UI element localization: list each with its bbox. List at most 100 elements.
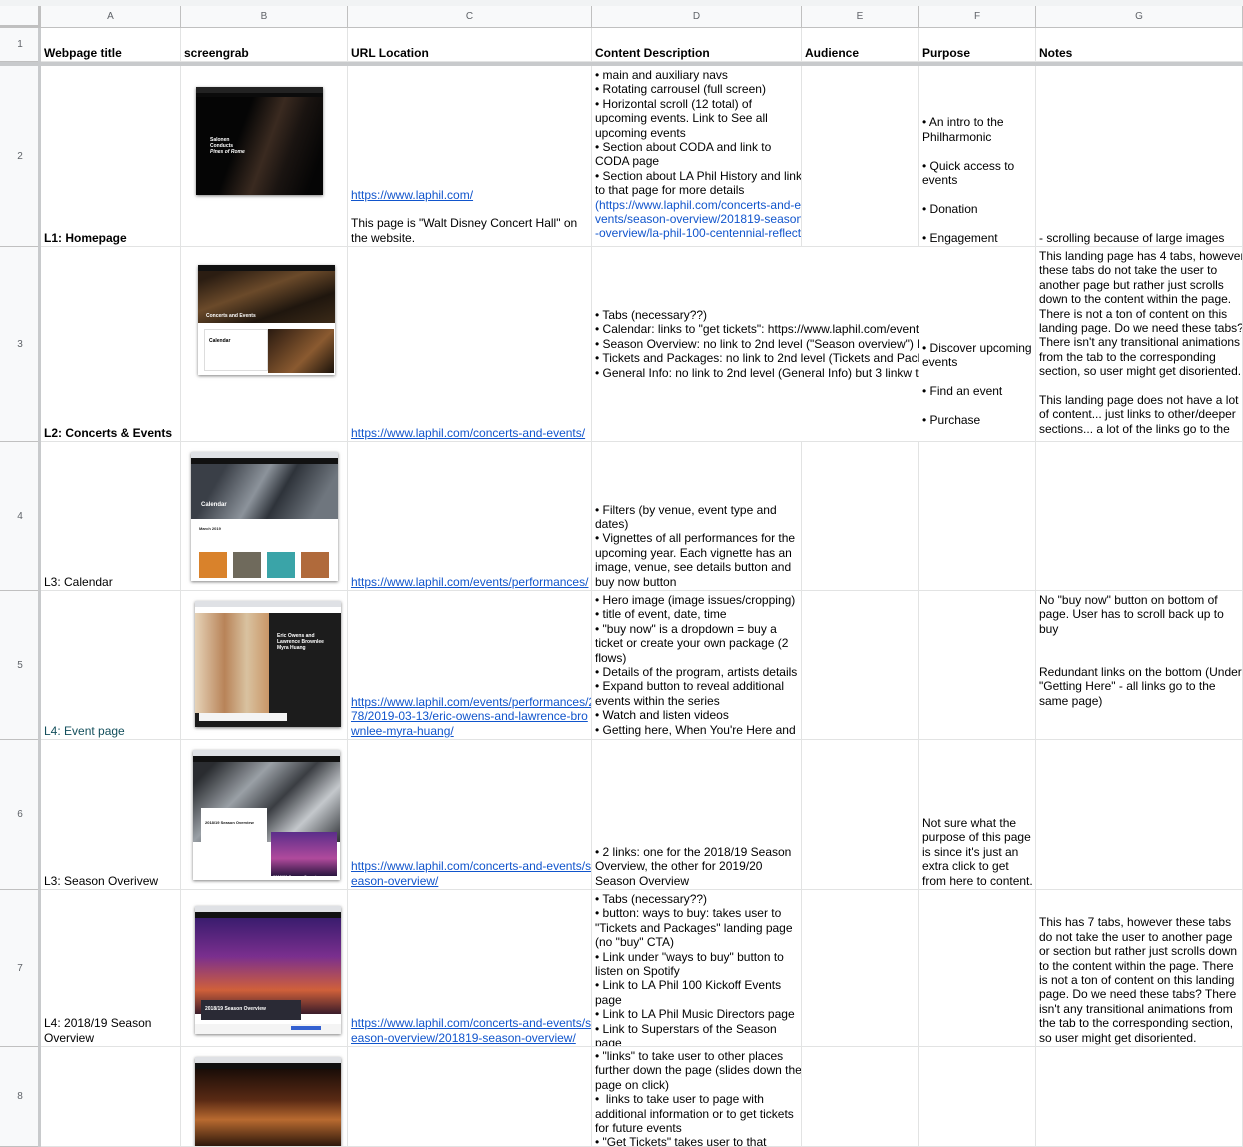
cell-b6[interactable]: 2018/19 Season Overview 2019/20 Season O… — [181, 740, 348, 890]
cell-f6[interactable]: Not sure what the purpose of this page i… — [919, 740, 1036, 890]
screengrab-season-overview[interactable]: 2018/19 Season Overview 2019/20 Season O… — [193, 750, 340, 880]
cell-b5[interactable]: Eric Owens and Lawrence Brownlee Myra Hu… — [181, 591, 348, 740]
cell-a6[interactable]: L3: Season Overivew — [41, 740, 181, 890]
cell-c3[interactable]: https://www.laphil.com/concerts-and-even… — [348, 247, 592, 442]
cell-a1[interactable]: Webpage title — [41, 28, 181, 62]
cell-d6[interactable]: • 2 links: one for the 2018/19 Season Ov… — [592, 740, 802, 890]
cell-b1[interactable]: screengrab — [181, 28, 348, 62]
cell-f4[interactable] — [919, 442, 1036, 591]
history-link[interactable]: (https://www.laphil.com/concerts-and-e — [595, 198, 801, 212]
cell-a3[interactable]: L2: Concerts & Events — [41, 247, 181, 442]
cell-a2[interactable]: L1: Homepage — [41, 66, 181, 247]
url-201819-overview[interactable]: https://www.laphil.com/concerts-and-even… — [351, 1016, 591, 1030]
page-title-season-overview: L3: Season Overivew — [44, 873, 159, 888]
cell-c8[interactable] — [348, 1047, 592, 1147]
cell-a7[interactable]: L4: 2018/19 Season Overview — [41, 890, 181, 1047]
cell-d7[interactable]: • Tabs (necessary??) • button: ways to b… — [592, 890, 802, 1047]
cell-f3[interactable]: • Discover upcoming events • Find an eve… — [919, 247, 1036, 442]
url-season-overview[interactable]: https://www.laphil.com/concerts-and-even… — [351, 859, 591, 873]
cell-e8[interactable] — [802, 1047, 919, 1147]
cell-e2[interactable] — [802, 66, 919, 247]
cell-b8[interactable] — [181, 1047, 348, 1147]
spreadsheet[interactable]: A B C D E F G 1 2 3 4 5 6 7 8 Webpage ti… — [0, 0, 1243, 1147]
cell-c7[interactable]: https://www.laphil.com/concerts-and-even… — [348, 890, 592, 1047]
header-webpage-title: Webpage title — [44, 45, 122, 60]
cell-f7[interactable] — [919, 890, 1036, 1047]
cell-g1[interactable]: Notes — [1036, 28, 1243, 62]
cell-f2[interactable]: • An intro to the Philharmonic • Quick a… — [919, 66, 1036, 247]
cell-d3[interactable]: • Tabs (necessary??) • Calendar: links t… — [592, 247, 919, 442]
header-notes: Notes — [1039, 45, 1073, 60]
cell-d2[interactable]: • main and auxiliary navs • Rotating car… — [592, 66, 802, 247]
row-header-8[interactable]: 8 — [0, 1047, 41, 1147]
column-header-a[interactable]: A — [41, 6, 181, 28]
cell-b7[interactable]: 2018/19 Season Overview — [181, 890, 348, 1047]
cell-d4[interactable]: • Filters (by venue, event type and date… — [592, 442, 802, 591]
cell-g2[interactable]: - scrolling because of large images — [1036, 66, 1243, 247]
column-header-f[interactable]: F — [919, 6, 1036, 28]
cell-a5[interactable]: L4: Event page — [41, 591, 181, 740]
cell-e4[interactable] — [802, 442, 919, 591]
cell-c2[interactable]: https://www.laphil.com/ This page is "Wa… — [348, 66, 592, 247]
cell-b3[interactable]: Concerts and Events Calendar — [181, 247, 348, 442]
cell-g3[interactable]: This landing page has 4 tabs, however th… — [1036, 247, 1243, 442]
url-concerts-events[interactable]: https://www.laphil.com/concerts-and-even… — [351, 426, 588, 440]
cell-c6[interactable]: https://www.laphil.com/concerts-and-even… — [348, 740, 592, 890]
row-header-3[interactable]: 3 — [0, 247, 41, 442]
header-url-location: URL Location — [351, 45, 429, 60]
cell-g7[interactable]: This has 7 tabs, however these tabs do n… — [1036, 890, 1243, 1047]
cell-e6[interactable] — [802, 740, 919, 890]
screengrab-row-8[interactable] — [195, 1057, 341, 1146]
cell-a4[interactable]: L3: Calendar — [41, 442, 181, 591]
header-content-description: Content Description — [595, 45, 710, 60]
cell-g6[interactable] — [1036, 740, 1243, 890]
select-all-corner[interactable] — [0, 6, 41, 28]
screengrab-homepage[interactable]: Salonen Conducts Pines of Rome — [196, 87, 323, 195]
cell-d8[interactable]: • "links" to take user to other places f… — [592, 1047, 802, 1147]
thumb-caption: Salonen Conducts Pines of Rome — [210, 137, 245, 155]
column-header-c[interactable]: C — [348, 6, 592, 28]
page-title-event: L4: Event page — [44, 723, 125, 738]
cell-a8[interactable] — [41, 1047, 181, 1147]
page-title-201819-overview: L4: 2018/19 Season — [44, 1016, 152, 1031]
screengrab-calendar[interactable]: Calendar March 2019 — [191, 452, 338, 581]
url-event-page[interactable]: https://www.laphil.com/events/performanc… — [351, 695, 591, 709]
column-header-b[interactable]: B — [181, 6, 348, 28]
header-screengrab: screengrab — [184, 45, 249, 60]
page-title-calendar: L3: Calendar — [44, 574, 113, 589]
cell-d5[interactable]: • Hero image (image issues/cropping) • t… — [592, 591, 802, 740]
cell-b4[interactable]: Calendar March 2019 — [181, 442, 348, 591]
row-header-5[interactable]: 5 — [0, 591, 41, 740]
cell-b2[interactable]: Salonen Conducts Pines of Rome — [181, 66, 348, 247]
header-purpose: Purpose — [922, 45, 971, 60]
cell-f5[interactable] — [919, 591, 1036, 740]
url-calendar[interactable]: https://www.laphil.com/events/performanc… — [351, 575, 588, 589]
column-header-e[interactable]: E — [802, 6, 919, 28]
cell-c5[interactable]: https://www.laphil.com/events/performanc… — [348, 591, 592, 740]
row-header-4[interactable]: 4 — [0, 442, 41, 591]
page-title-homepage: L1: Homepage — [44, 230, 127, 245]
column-header-g[interactable]: G — [1036, 6, 1243, 28]
url-homepage[interactable]: https://www.laphil.com/ — [351, 188, 588, 202]
screengrab-event-page[interactable]: Eric Owens and Lawrence Brownlee Myra Hu… — [195, 601, 341, 727]
cell-d1[interactable]: Content Description — [592, 28, 802, 62]
row-header-7[interactable]: 7 — [0, 890, 41, 1047]
cell-f1[interactable]: Purpose — [919, 28, 1036, 62]
cell-c4[interactable]: https://www.laphil.com/events/performanc… — [348, 442, 592, 591]
row-header-2[interactable]: 2 — [0, 66, 41, 247]
cell-g8[interactable] — [1036, 1047, 1243, 1147]
cell-e5[interactable] — [802, 591, 919, 740]
cell-g5[interactable]: No "buy now" button on bottom of page. U… — [1036, 591, 1243, 740]
screengrab-concerts-events[interactable]: Concerts and Events Calendar — [198, 265, 335, 375]
page-title-concerts: L2: Concerts & Events — [44, 425, 173, 440]
cell-f8[interactable] — [919, 1047, 1036, 1147]
row-header-1[interactable]: 1 — [0, 28, 41, 62]
row-header-6[interactable]: 6 — [0, 740, 41, 890]
cell-e1[interactable]: Audience — [802, 28, 919, 62]
url-note: This page is "Walt Disney Concert Hall" … — [351, 216, 578, 231]
screengrab-201819-overview[interactable]: 2018/19 Season Overview — [195, 906, 341, 1034]
cell-e7[interactable] — [802, 890, 919, 1047]
column-header-d[interactable]: D — [592, 6, 802, 28]
cell-g4[interactable] — [1036, 442, 1243, 591]
cell-c1[interactable]: URL Location — [348, 28, 592, 62]
